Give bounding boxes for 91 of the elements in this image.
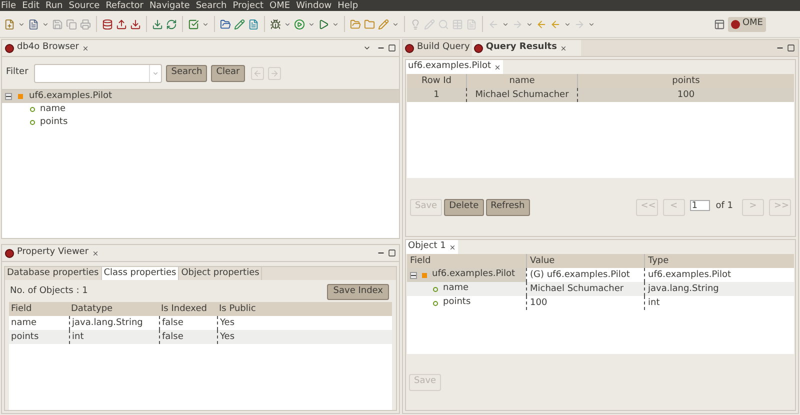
close-icon[interactable] (82, 44, 89, 52)
tree-item[interactable]: uf6.examples.Pilot (2, 90, 399, 103)
perspective-button[interactable]: OME (728, 16, 766, 32)
column-header[interactable]: Is Public (217, 302, 392, 316)
column-header[interactable]: Row Id (407, 74, 466, 88)
menu-item[interactable]: Help (338, 0, 358, 10)
field-icon (30, 120, 35, 125)
table-cell: 100 (526, 296, 644, 310)
page-count: of 1 (716, 200, 733, 214)
save-index-button[interactable]: Save Index (327, 284, 389, 300)
editor-tab[interactable]: Query Results (472, 40, 581, 56)
close-icon[interactable] (448, 244, 456, 250)
bug-icon[interactable] (270, 18, 281, 30)
class-icon (422, 272, 427, 278)
tree-item[interactable]: name (407, 282, 526, 296)
new-file-icon[interactable] (4, 18, 15, 30)
maximize-icon[interactable] (787, 44, 795, 52)
tree-item[interactable]: points (2, 116, 399, 129)
result-row[interactable]: 1 Michael Schumacher 100 (407, 88, 794, 102)
toolbar-button[interactable]: Clear (211, 64, 245, 82)
file-icon[interactable] (248, 18, 259, 30)
table-cell: 100 (577, 88, 794, 102)
column-header[interactable]: Field (9, 302, 69, 316)
object-tab[interactable]: Object 1 (406, 240, 458, 254)
action-button[interactable]: Delete (444, 198, 484, 216)
db-icon (474, 44, 483, 52)
table-cell: Michael Schumacher (466, 88, 577, 102)
table-cell: false (159, 330, 217, 344)
tab-title: db4o Browser (17, 41, 79, 54)
column-header[interactable]: Is Indexed (159, 302, 217, 316)
column-header[interactable]: Value (526, 254, 644, 268)
folder-icon[interactable] (364, 18, 375, 30)
database-icon[interactable] (102, 18, 113, 30)
properties-tab[interactable]: Object properties (179, 267, 262, 280)
maximize-icon[interactable] (388, 44, 396, 52)
filter-label: Filter (6, 66, 28, 80)
toolbar-button[interactable]: Search (166, 64, 208, 82)
table-cell: java.lang.String (644, 282, 794, 296)
db-icon (405, 44, 414, 52)
table-cell-text: name (10, 317, 38, 330)
maximize-icon[interactable] (388, 249, 396, 257)
open-perspective-icon[interactable] (714, 18, 726, 30)
refresh-icon[interactable] (166, 18, 177, 30)
menu-item[interactable]: Window (296, 0, 332, 10)
action-button[interactable]: Refresh (486, 198, 530, 216)
close-icon[interactable] (560, 44, 567, 52)
close-icon[interactable] (92, 250, 99, 256)
table-cell: Michael Schumacher (526, 282, 644, 296)
menu-item[interactable]: Navigate (149, 0, 190, 10)
run-icon[interactable] (294, 18, 305, 30)
table-cell-text: 1 (432, 89, 440, 102)
view-menu-icon[interactable] (363, 44, 371, 52)
table-cell: Yes (217, 330, 392, 344)
menu-item[interactable]: Run (46, 0, 63, 10)
menu-item[interactable]: OME (270, 0, 290, 10)
tree-item[interactable]: points (407, 296, 526, 310)
column-header[interactable]: Field (407, 254, 526, 268)
tab-title: Property Viewer (17, 246, 89, 260)
menu-item[interactable]: Search (196, 0, 227, 10)
class-tab[interactable]: uf6.examples.Pilot (406, 60, 504, 74)
column-header[interactable]: Datatype (69, 302, 159, 316)
properties-tab[interactable]: Class properties (102, 267, 180, 280)
table-cell: int (644, 296, 794, 310)
tree-item[interactable]: name (2, 103, 399, 116)
field-icon (433, 286, 438, 292)
field-icon (433, 300, 438, 306)
import-icon[interactable] (152, 18, 163, 30)
tree-item[interactable]: uf6.examples.Pilot (407, 268, 526, 282)
editor-tab[interactable]: Build Query (403, 40, 472, 56)
menu-item[interactable]: Refactor (106, 0, 144, 10)
close-icon[interactable] (494, 64, 502, 70)
object-count: No. of Objects : 1 (10, 285, 88, 298)
pen-icon[interactable] (378, 18, 389, 30)
db-icon (5, 248, 14, 258)
page-field[interactable]: 1 (690, 200, 710, 210)
open-folder-icon[interactable] (350, 18, 361, 30)
table-cell-text: points (10, 331, 40, 344)
collapse-icon[interactable] (5, 93, 12, 100)
menu-item[interactable]: Project (232, 0, 264, 10)
collapse-icon[interactable] (410, 272, 417, 278)
menu-item[interactable]: Edit (22, 0, 40, 10)
table-cell: int (69, 330, 159, 344)
column-header[interactable]: Type (644, 254, 794, 268)
db-icon (5, 44, 14, 52)
class-icon (18, 94, 23, 99)
property-tab[interactable]: Property Viewer (2, 245, 111, 261)
menu-item[interactable]: File (1, 0, 16, 10)
field-icon (30, 107, 35, 112)
edit-icon[interactable] (234, 18, 245, 30)
checkbox-icon[interactable] (188, 18, 199, 30)
menu-item[interactable]: Source (68, 0, 100, 10)
